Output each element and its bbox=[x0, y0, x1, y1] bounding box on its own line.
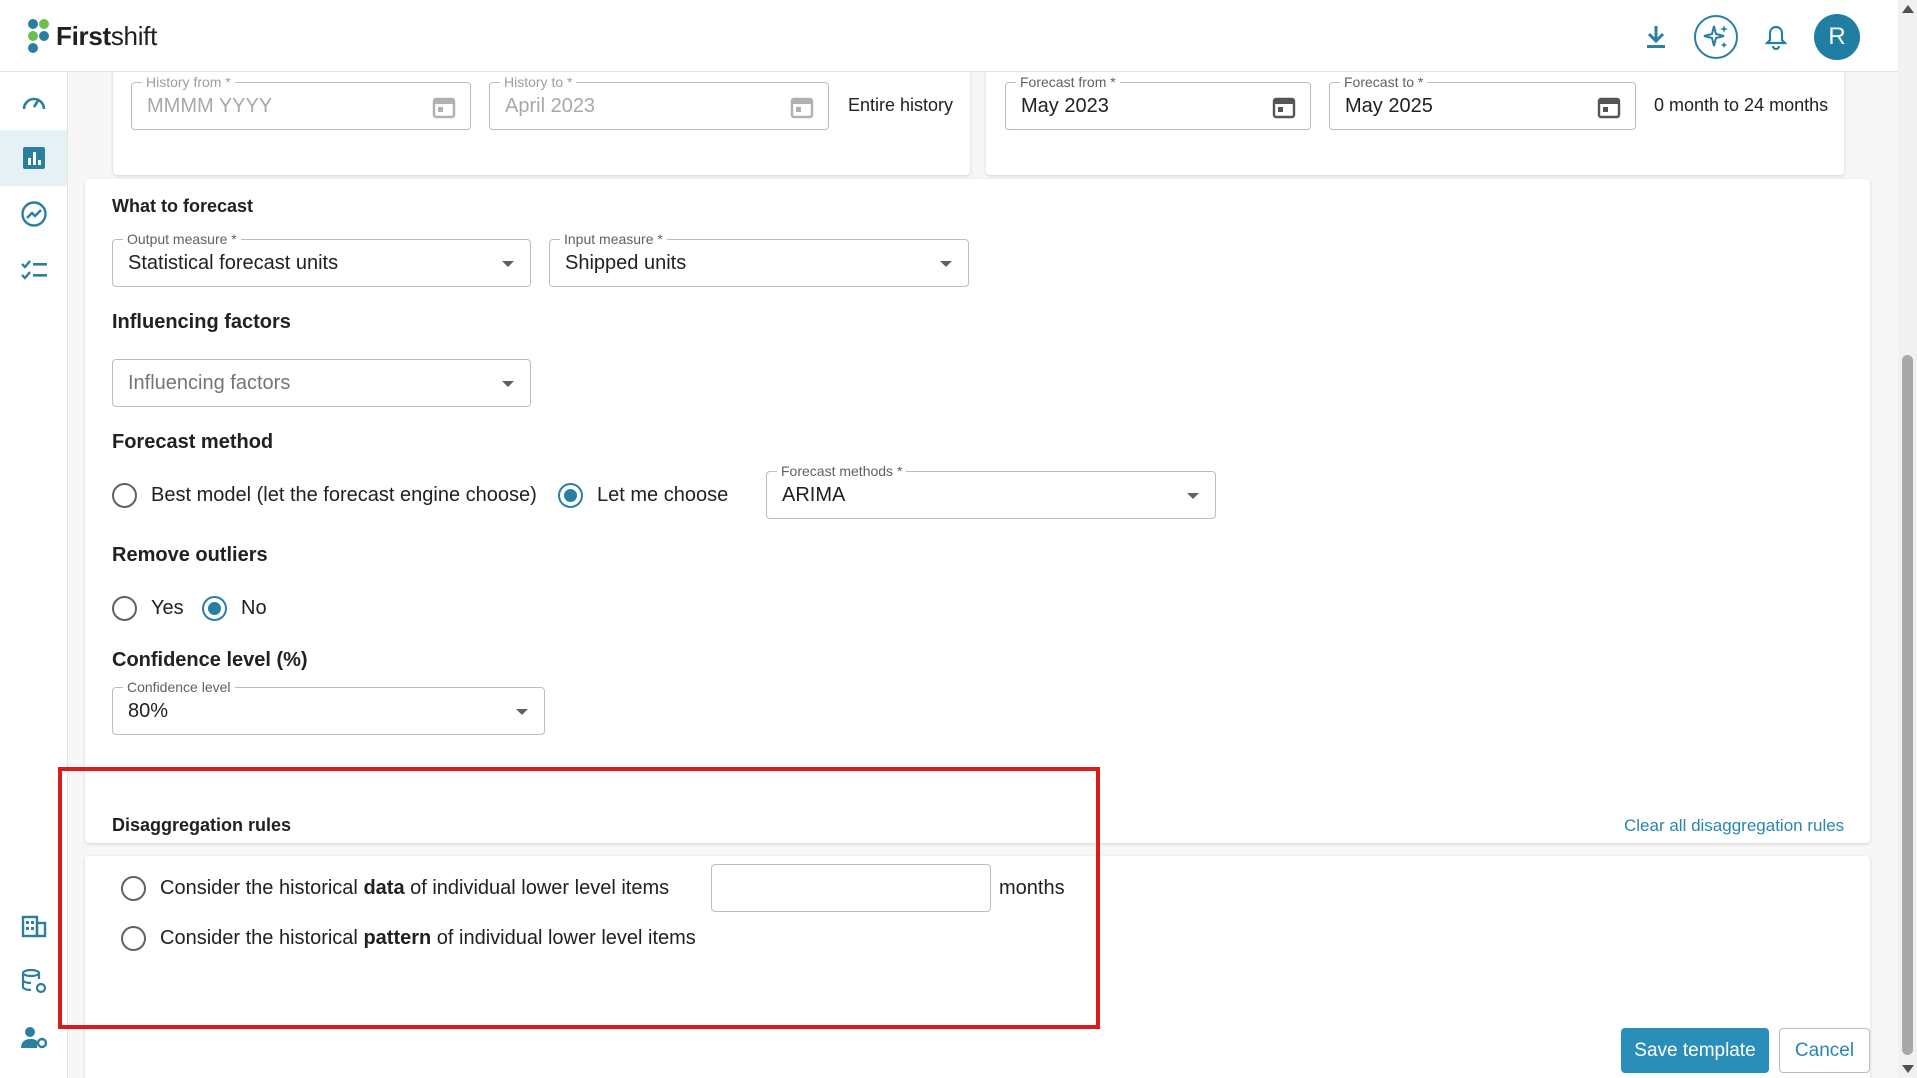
influencing-factors-select[interactable]: Influencing factors bbox=[112, 359, 531, 407]
outliers-no-radio[interactable]: No bbox=[202, 596, 267, 621]
best-model-radio[interactable]: Best model (let the forecast engine choo… bbox=[112, 483, 537, 508]
chevron-down-icon bbox=[502, 261, 514, 267]
outliers-yes-radio[interactable]: Yes bbox=[112, 596, 184, 621]
months-unit-label: months bbox=[999, 877, 1065, 899]
calendar-icon[interactable] bbox=[432, 95, 456, 124]
input-measure-value: Shipped units bbox=[565, 252, 687, 274]
months-input[interactable] bbox=[711, 864, 991, 912]
forecast-to-label: Forecast to * bbox=[1340, 74, 1428, 90]
chevron-down-icon bbox=[516, 709, 528, 715]
notification-bell-icon[interactable] bbox=[1754, 15, 1798, 59]
app-logo[interactable]: Firstshift bbox=[24, 17, 157, 55]
input-measure-label: Input measure * bbox=[560, 231, 667, 247]
forecast-methods-select[interactable]: Forecast methods * ARIMA bbox=[766, 463, 1216, 519]
logo-mark-icon bbox=[24, 17, 52, 55]
historical-data-label: Consider the historical data of individu… bbox=[160, 877, 670, 899]
sidebar bbox=[0, 72, 68, 1078]
history-from-placeholder: MMMM YYYY bbox=[147, 95, 273, 117]
forecast-range-note: 0 month to 24 months bbox=[1654, 95, 1829, 115]
scroll-up-arrow-icon[interactable] bbox=[1902, 5, 1914, 13]
outliers-no-label: No bbox=[241, 597, 267, 619]
output-measure-label: Output measure * bbox=[123, 231, 241, 247]
disaggregation-rules-title: Disaggregation rules bbox=[112, 815, 292, 835]
influencing-factors-title: Influencing factors bbox=[112, 311, 291, 333]
historical-pattern-radio[interactable]: Consider the historical pattern of indiv… bbox=[121, 926, 696, 951]
app-name: Firstshift bbox=[56, 20, 158, 51]
sidebar-checklist-icon[interactable] bbox=[0, 242, 67, 298]
outliers-yes-label: Yes bbox=[151, 597, 184, 619]
download-icon[interactable] bbox=[1634, 15, 1678, 59]
radio-unchecked-icon bbox=[121, 926, 146, 951]
radio-unchecked-icon bbox=[112, 483, 137, 508]
forecast-from-label: Forecast from * bbox=[1016, 74, 1120, 90]
entire-history-text: Entire history bbox=[848, 95, 954, 115]
historical-data-radio[interactable]: Consider the historical data of individu… bbox=[121, 876, 669, 901]
sidebar-organization-building-icon[interactable] bbox=[0, 898, 67, 954]
radio-checked-icon bbox=[202, 596, 227, 621]
what-to-forecast-title: What to forecast bbox=[112, 196, 254, 216]
confidence-level-title: Confidence level (%) bbox=[112, 649, 308, 671]
history-from-label: History from * bbox=[142, 74, 235, 90]
output-measure-select[interactable]: Output measure * Statistical forecast un… bbox=[112, 231, 531, 287]
sidebar-database-settings-icon[interactable] bbox=[0, 954, 67, 1010]
radio-unchecked-icon bbox=[121, 876, 146, 901]
confidence-level-value: 80% bbox=[128, 700, 169, 722]
radio-unchecked-icon bbox=[112, 596, 137, 621]
forecast-method-title: Forecast method bbox=[112, 431, 274, 453]
history-to-value: April 2023 bbox=[505, 95, 596, 117]
calendar-icon[interactable] bbox=[790, 95, 814, 124]
chevron-down-icon bbox=[1187, 493, 1199, 499]
main-content: History from * MMMM YYYY History to * Ap… bbox=[68, 52, 1898, 1078]
scrollbar-thumb[interactable] bbox=[1902, 355, 1913, 1055]
forecast-to-field[interactable]: Forecast to * May 2025 bbox=[1329, 74, 1636, 130]
page-scrollbar[interactable] bbox=[1898, 0, 1917, 1078]
influencing-factors-placeholder: Influencing factors bbox=[128, 372, 291, 394]
confidence-level-select[interactable]: Confidence level 80% bbox=[112, 679, 545, 735]
sidebar-analytics-chart-icon[interactable] bbox=[0, 130, 67, 186]
input-measure-select[interactable]: Input measure * Shipped units bbox=[549, 231, 969, 287]
chevron-down-icon bbox=[502, 381, 514, 387]
historical-pattern-label: Consider the historical pattern of indiv… bbox=[160, 927, 696, 949]
ai-assistant-sparkle-icon[interactable] bbox=[1694, 15, 1738, 59]
forecast-methods-value: ARIMA bbox=[782, 484, 846, 506]
sidebar-dashboard-gauge-icon[interactable] bbox=[0, 74, 67, 130]
history-from-field[interactable]: History from * MMMM YYYY bbox=[131, 74, 471, 130]
clear-disaggregation-rules-link[interactable]: Clear all disaggregation rules bbox=[1624, 816, 1844, 836]
history-to-field[interactable]: History to * April 2023 bbox=[489, 74, 829, 130]
history-to-label: History to * bbox=[500, 74, 577, 90]
radio-checked-icon bbox=[558, 483, 583, 508]
top-bar: Firstshift R bbox=[0, 0, 1898, 72]
confidence-level-label: Confidence level bbox=[123, 679, 235, 695]
save-template-button[interactable]: Save template bbox=[1621, 1028, 1769, 1073]
forecast-to-value: May 2025 bbox=[1345, 95, 1433, 117]
scroll-down-arrow-icon[interactable] bbox=[1902, 1065, 1914, 1073]
forecast-from-value: May 2023 bbox=[1021, 95, 1109, 117]
let-me-choose-radio[interactable]: Let me choose bbox=[558, 483, 728, 508]
user-avatar[interactable]: R bbox=[1814, 14, 1860, 60]
forecast-from-field[interactable]: Forecast from * May 2023 bbox=[1005, 74, 1311, 130]
best-model-label: Best model (let the forecast engine choo… bbox=[151, 484, 537, 506]
sidebar-trend-icon[interactable] bbox=[0, 186, 67, 242]
forecast-methods-label: Forecast methods * bbox=[777, 463, 907, 479]
chevron-down-icon bbox=[940, 261, 952, 267]
let-me-choose-label: Let me choose bbox=[597, 484, 729, 506]
calendar-icon[interactable] bbox=[1597, 95, 1621, 124]
calendar-icon[interactable] bbox=[1272, 95, 1296, 124]
sidebar-user-settings-icon[interactable] bbox=[0, 1010, 67, 1066]
output-measure-value: Statistical forecast units bbox=[128, 252, 339, 274]
remove-outliers-title: Remove outliers bbox=[112, 544, 268, 566]
cancel-button[interactable]: Cancel bbox=[1779, 1028, 1870, 1073]
